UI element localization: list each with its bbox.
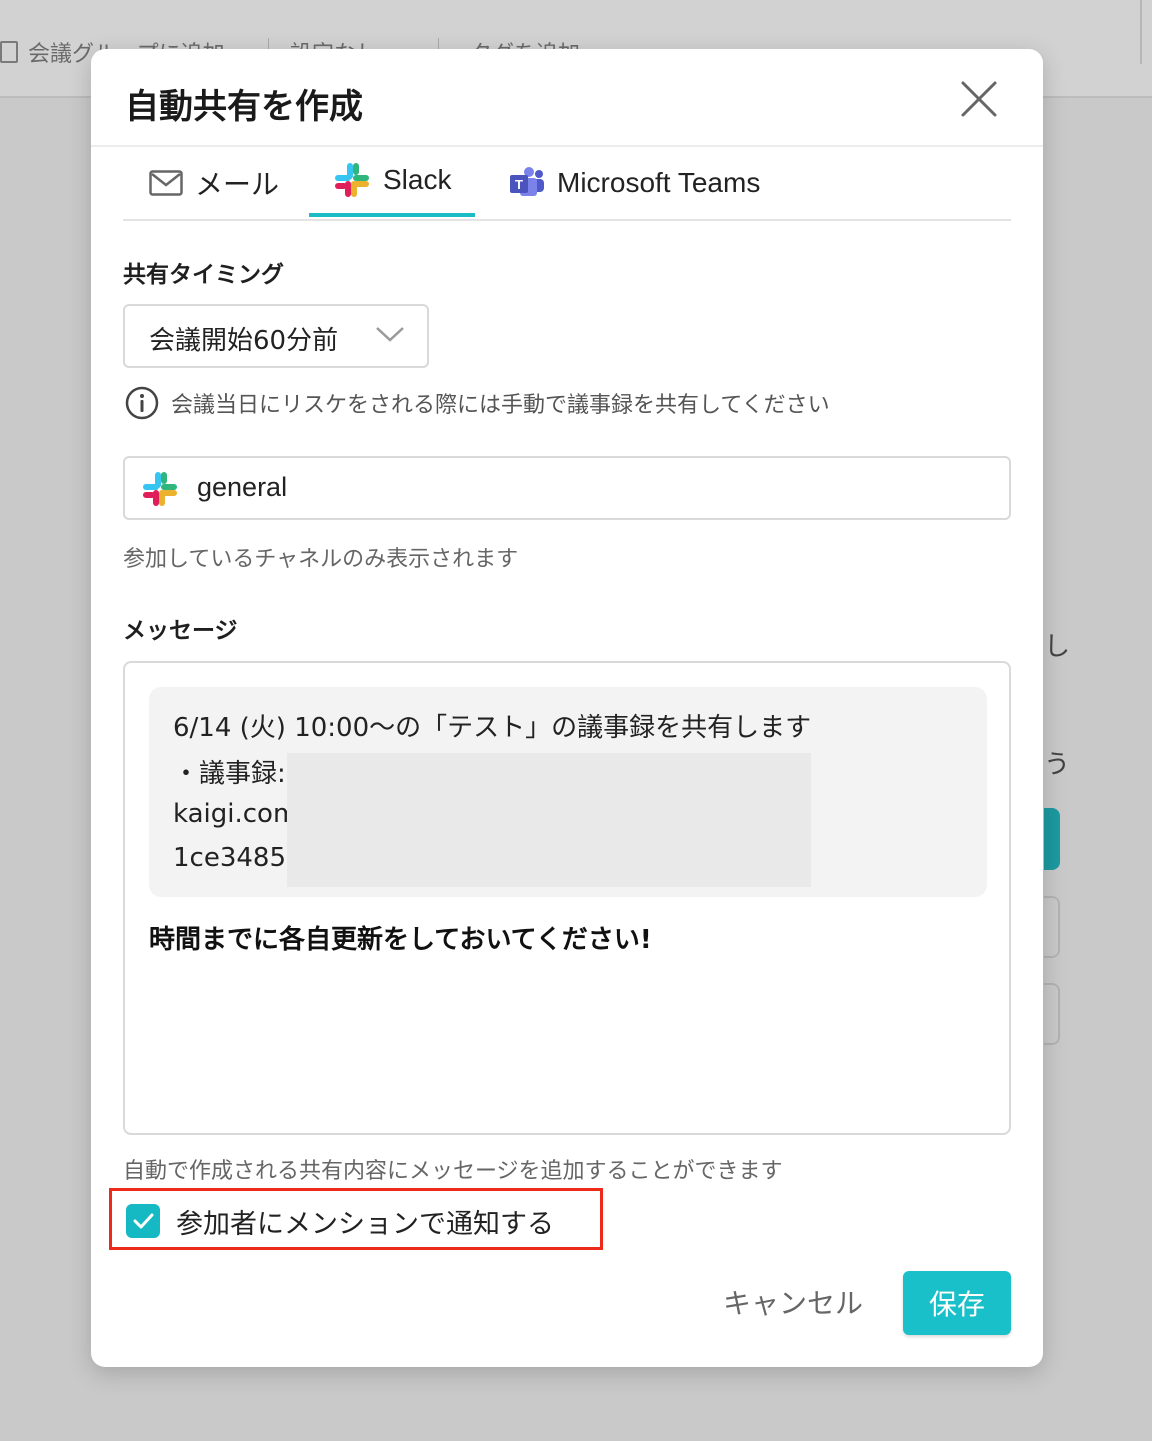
save-button[interactable]: 保存 <box>903 1271 1011 1335</box>
quote-line: 6/14 (火) 10:00〜の「テスト」の議事録を共有します <box>173 713 812 743</box>
tab-mail[interactable]: メール <box>149 147 279 219</box>
message-text: 時間までに各自更新をしておいてください! <box>149 925 652 955</box>
bg-fragment-text: し <box>1044 632 1071 662</box>
mention-checkbox[interactable] <box>126 1204 160 1238</box>
close-button[interactable] <box>957 77 1001 121</box>
cancel-button[interactable]: キャンセル <box>713 1271 873 1333</box>
quote-line: kaigi.com <box>173 799 299 829</box>
quote-line: 1ce3485 <box>173 843 287 873</box>
tab-mail-label: メール <box>195 169 280 200</box>
teams-icon: T <box>509 166 545 200</box>
tab-teams[interactable]: T Microsoft Teams <box>509 147 760 219</box>
quote-line: ・議事録: <box>173 759 286 789</box>
message-label: メッセージ <box>123 618 238 644</box>
share-channel-tabs: メール Slack T Microsoft Teams <box>123 147 1011 221</box>
auto-share-modal: 自動共有を作成 メール Slack T Microsoft Teams 共有タイ… <box>91 49 1043 1367</box>
mention-option-highlight[interactable]: 参加者にメンションで通知する <box>109 1188 603 1250</box>
channel-value: general <box>197 472 288 502</box>
info-icon <box>125 386 159 420</box>
channel-hint: 参加しているチャネルのみ表示されます <box>123 547 519 572</box>
bg-fragment-text: う <box>1044 750 1071 780</box>
auto-generated-quote: 6/14 (火) 10:00〜の「テスト」の議事録を共有します ・議事録: ka… <box>149 687 987 897</box>
bg-teal-button-edge <box>1044 808 1060 870</box>
bg-toolbar-edge <box>1140 0 1142 64</box>
mail-icon <box>149 170 183 196</box>
timing-info-text: 会議当日にリスケをされる際には手動で議事録を共有してください <box>171 393 830 418</box>
bg-field-edge <box>1044 983 1060 1045</box>
svg-text:T: T <box>515 177 523 192</box>
modal-title: 自動共有を作成 <box>125 87 363 127</box>
tab-teams-label: Microsoft Teams <box>557 167 761 198</box>
timing-info: 会議当日にリスケをされる際には手動で議事録を共有してください <box>125 386 830 420</box>
close-icon <box>961 81 997 117</box>
timing-label: 共有タイミング <box>123 262 284 288</box>
timing-select[interactable]: 会議開始60分前 <box>123 304 429 368</box>
timing-selected-value: 会議開始60分前 <box>149 326 339 356</box>
message-editor[interactable]: 6/14 (火) 10:00〜の「テスト」の議事録を共有します ・議事録: ka… <box>123 661 1011 1135</box>
tab-slack[interactable]: Slack <box>309 147 475 217</box>
channel-select[interactable]: general <box>123 456 1011 520</box>
bg-field-edge <box>1044 896 1060 958</box>
tab-slack-label: Slack <box>383 164 452 195</box>
slack-icon <box>333 161 371 199</box>
slack-icon <box>143 472 177 506</box>
message-hint: 自動で作成される共有内容にメッセージを追加することができます <box>123 1159 783 1184</box>
redacted-area <box>287 753 811 887</box>
check-icon <box>133 1213 154 1229</box>
chevron-down-icon <box>376 327 404 342</box>
mention-label: 参加者にメンションで通知する <box>176 1209 554 1240</box>
